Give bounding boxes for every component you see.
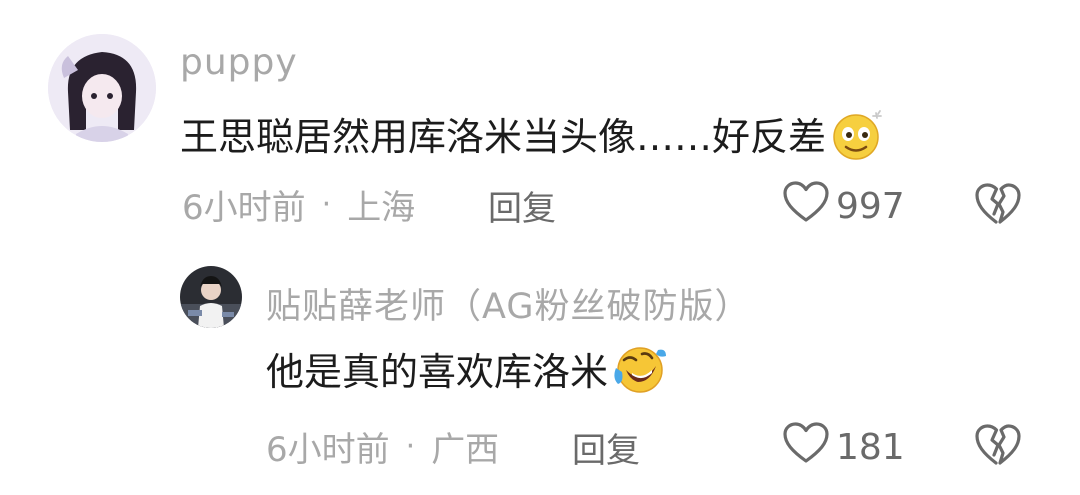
reply-username[interactable]: 贴贴薛老师（AG粉丝破防版） xyxy=(266,278,750,329)
reply-1: 贴贴薛老师（AG粉丝破防版） 他是真的喜欢库洛米 6小时前 · 广西 回复 18… xyxy=(0,0,1080,495)
like-button[interactable]: 181 xyxy=(782,421,905,474)
rolling-laughing-icon xyxy=(610,342,668,396)
reply-meta: 6小时前 · 广西 xyxy=(266,422,499,471)
reply-time: 6小时前 xyxy=(266,430,390,470)
reply-location: 广西 xyxy=(431,430,500,470)
meta-separator: · xyxy=(405,429,416,464)
heart-outline-icon xyxy=(782,421,836,474)
avatar[interactable] xyxy=(180,266,242,328)
like-count: 181 xyxy=(836,427,905,468)
reply-button[interactable]: 回复 xyxy=(572,423,640,472)
broken-heart-icon xyxy=(974,423,1022,467)
reply-text: 他是真的喜欢库洛米 xyxy=(266,341,668,396)
dislike-button[interactable] xyxy=(974,423,1022,467)
reply-text-content: 他是真的喜欢库洛米 xyxy=(266,350,609,394)
